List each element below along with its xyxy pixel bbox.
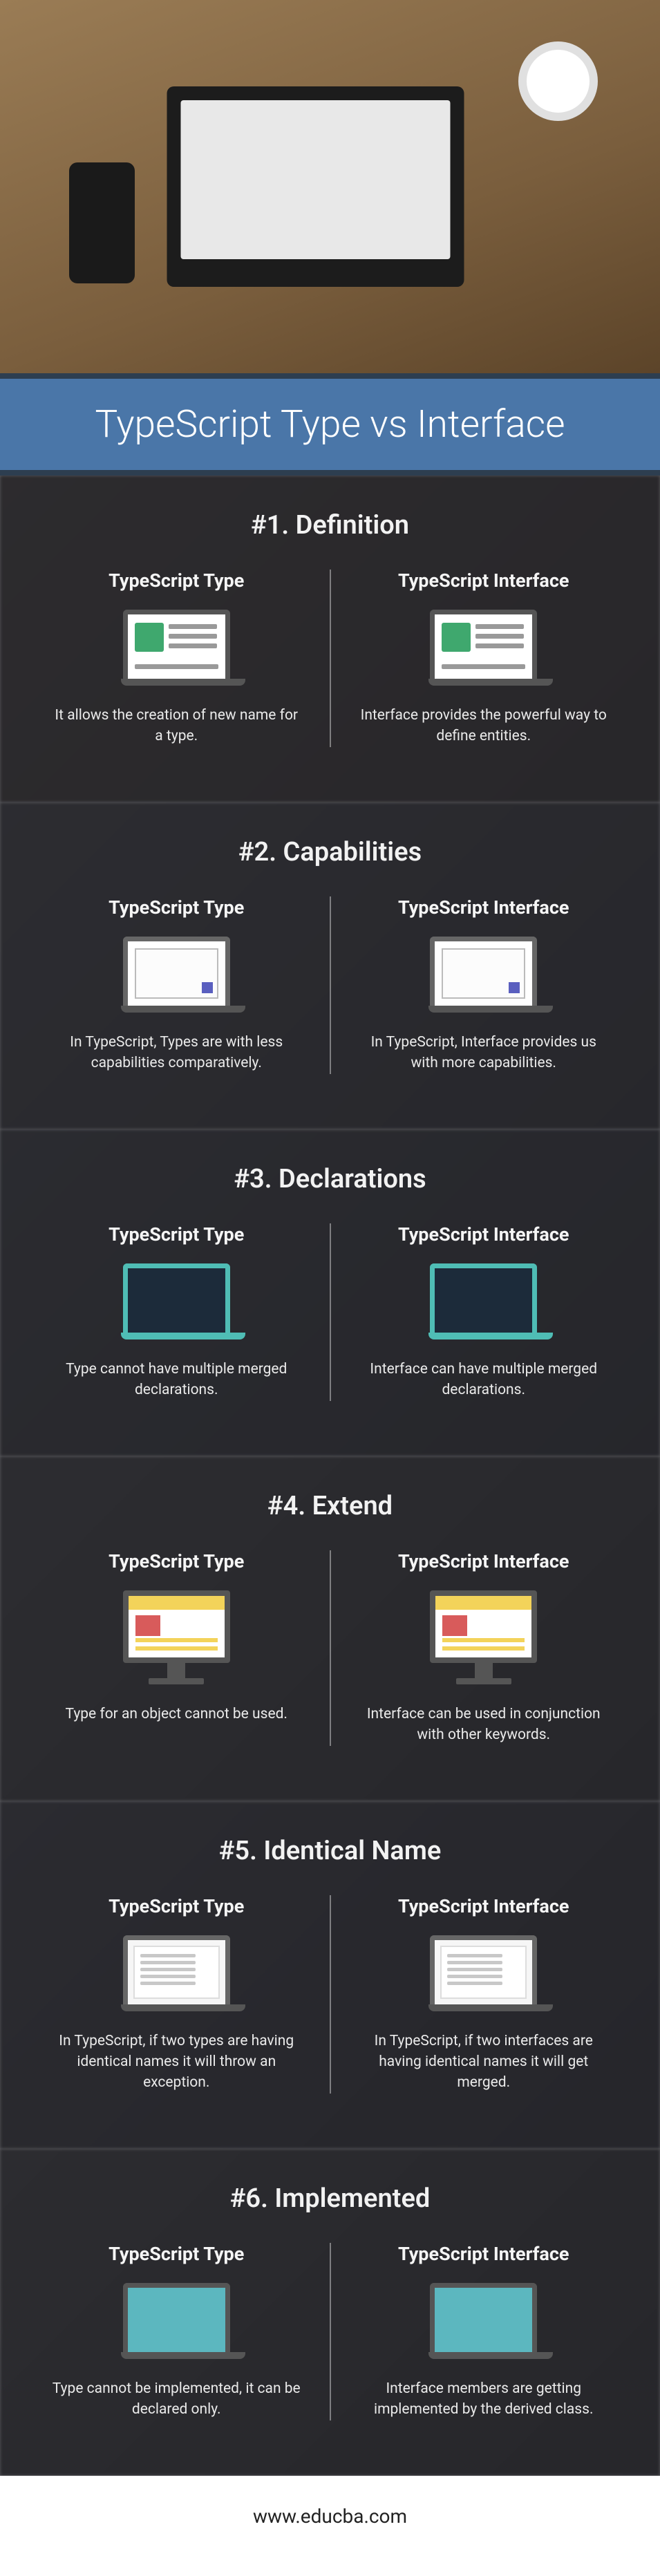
left-column: TypeScript Type Type cannot be implement… [28,2243,326,2420]
left-label: TypeScript Type [48,1223,305,1245]
right-desc: Interface can have multiple merged decla… [359,1359,608,1401]
left-desc: In TypeScript, if two types are having i… [52,2031,301,2094]
left-column: TypeScript Type In TypeScript, if two ty… [28,1895,326,2094]
divider [330,1895,331,2094]
page-title: TypeScript Type vs Interface [0,373,660,476]
left-column: TypeScript Type It allows the creation o… [28,570,326,747]
right-column: TypeScript Interface Interface members a… [335,2243,633,2420]
monitor-dark-icon [428,1263,539,1339]
laptop-cyan-icon [428,2283,539,2359]
phone-icon [69,162,135,283]
desktop-icon [428,1590,539,1684]
section-identical-name: #5. Identical Name TypeScript Type In Ty… [0,1801,660,2149]
right-label: TypeScript Interface [356,1895,612,1917]
desktop-icon [121,1590,232,1684]
section-heading: #6. Implemented [28,2183,632,2214]
section-definition: #1. Definition TypeScript Type It allows… [0,476,660,802]
right-label: TypeScript Interface [356,1550,612,1572]
right-column: TypeScript Interface Interface can be us… [335,1550,633,1746]
divider [330,570,331,747]
right-column: TypeScript Interface Interface can have … [335,1223,633,1401]
section-heading: #2. Capabilities [28,837,632,867]
right-desc: Interface can be used in conjunction wit… [359,1704,608,1746]
right-column: TypeScript Interface In TypeScript, Inte… [335,896,633,1074]
left-label: TypeScript Type [48,2243,305,2265]
left-desc: Type cannot have multiple merged declara… [52,1359,301,1401]
hero-image [0,0,660,373]
laptop-paper-icon [428,1935,539,2011]
divider [330,896,331,1074]
divider [330,1223,331,1401]
left-column: TypeScript Type Type for an object canno… [28,1550,326,1746]
footer-url: www.educba.com [0,2476,660,2576]
left-label: TypeScript Type [48,570,305,592]
left-label: TypeScript Type [48,896,305,919]
section-capabilities: #2. Capabilities TypeScript Type In Type… [0,802,660,1129]
right-label: TypeScript Interface [356,1223,612,1245]
right-desc: In TypeScript, if two interfaces are hav… [359,2031,608,2094]
right-desc: Interface members are getting implemente… [359,2378,608,2420]
divider [330,2243,331,2420]
section-implemented: #6. Implemented TypeScript Type Type can… [0,2149,660,2476]
laptop-paper-icon [121,1935,232,2011]
right-label: TypeScript Interface [356,896,612,919]
left-desc: It allows the creation of new name for a… [52,705,301,747]
section-heading: #1. Definition [28,510,632,540]
right-desc: Interface provides the powerful way to d… [359,705,608,747]
section-heading: #5. Identical Name [28,1836,632,1866]
left-desc: Type for an object cannot be used. [52,1704,301,1724]
laptop-icon [167,86,464,287]
left-label: TypeScript Type [48,1550,305,1572]
right-label: TypeScript Interface [356,2243,612,2265]
section-declarations: #3. Declarations TypeScript Type Type ca… [0,1129,660,1456]
right-column: TypeScript Interface In TypeScript, if t… [335,1895,633,2094]
infographic: TypeScript Type vs Interface #1. Definit… [0,0,660,2576]
right-desc: In TypeScript, Interface provides us wit… [359,1032,608,1074]
divider [330,1550,331,1746]
left-column: TypeScript Type In TypeScript, Types are… [28,896,326,1074]
laptop-page-icon [428,937,539,1013]
section-extend: #4. Extend TypeScript Type Type for an o… [0,1456,660,1801]
left-desc: Type cannot be implemented, it can be de… [52,2378,301,2420]
left-column: TypeScript Type Type cannot have multipl… [28,1223,326,1401]
coffee-cup-icon [518,41,598,121]
laptop-green-icon [121,610,232,686]
laptop-page-icon [121,937,232,1013]
right-column: TypeScript Interface Interface provides … [335,570,633,747]
left-desc: In TypeScript, Types are with less capab… [52,1032,301,1074]
monitor-dark-icon [121,1263,232,1339]
section-heading: #3. Declarations [28,1164,632,1194]
section-heading: #4. Extend [28,1491,632,1521]
left-label: TypeScript Type [48,1895,305,1917]
right-label: TypeScript Interface [356,570,612,592]
laptop-cyan-icon [121,2283,232,2359]
laptop-green-icon [428,610,539,686]
